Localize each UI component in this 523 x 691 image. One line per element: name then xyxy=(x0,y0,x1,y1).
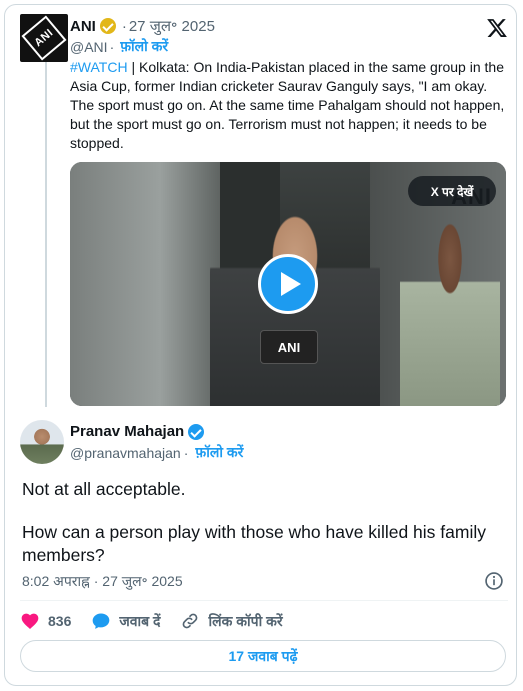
watch-hashtag[interactable]: #WATCH xyxy=(70,59,128,75)
heart-icon xyxy=(21,613,39,629)
quoted-author-row: ANI · 27 जुल॰ 2025 xyxy=(70,16,215,36)
like-button[interactable]: 836 xyxy=(20,611,71,631)
dot-separator: · xyxy=(183,444,189,461)
quoted-handle-row: @ANI · फ़ॉलो करें xyxy=(70,37,168,56)
follow-pranav-link[interactable]: फ़ॉलो करें xyxy=(195,443,243,462)
verified-blue-icon xyxy=(188,423,205,440)
link-icon xyxy=(183,613,198,629)
reply-button[interactable]: जवाब दें xyxy=(91,611,160,631)
copy-link-label: लिंक कॉपी करें xyxy=(208,612,283,629)
quoted-tweet-body: | Kolkata: On India-Pakistan placed in t… xyxy=(70,59,505,151)
actions-divider xyxy=(20,600,508,601)
reply-label: जवाब दें xyxy=(119,612,161,629)
reply-bubble-icon xyxy=(93,613,110,629)
video-person-right xyxy=(400,222,500,406)
watch-on-x-button[interactable]: X पर देखें xyxy=(408,176,496,206)
x-logo-svg xyxy=(487,19,507,37)
main-handle[interactable]: @pranavmahajan xyxy=(70,445,181,461)
pranav-avatar[interactable] xyxy=(20,420,64,464)
info-icon[interactable] xyxy=(484,571,504,591)
follow-ani-link[interactable]: फ़ॉलो करें xyxy=(120,37,168,56)
main-handle-row: @pranavmahajan · फ़ॉलो करें xyxy=(70,443,243,462)
ani-avatar[interactable]: ANI xyxy=(20,14,68,62)
play-icon[interactable] xyxy=(258,254,318,314)
x-logo-icon[interactable] xyxy=(485,16,509,40)
ani-logo: ANI xyxy=(21,15,67,61)
tweet-timestamp[interactable]: 8:02 अपराह्न · 27 जुल॰ 2025 xyxy=(22,572,183,591)
video-player[interactable]: ANI ANI X पर देखें xyxy=(70,162,506,406)
info-icon-svg xyxy=(485,572,503,590)
tweet-actions: 836 जवाब दें लिंक कॉपी करें xyxy=(20,608,303,634)
read-replies-button[interactable]: 17 जवाब पढ़ें xyxy=(20,640,506,672)
copy-link-button[interactable]: लिंक कॉपी करें xyxy=(180,611,283,631)
like-count: 836 xyxy=(48,613,72,629)
main-author-name[interactable]: Pranav Mahajan xyxy=(70,423,184,440)
ani-microphone: ANI xyxy=(260,330,318,364)
quoted-handle[interactable]: @ANI xyxy=(70,39,108,55)
main-tweet-line-2: How can a person play with those who hav… xyxy=(22,522,486,565)
dot-separator: · xyxy=(109,38,115,55)
video-background-wall xyxy=(70,162,220,406)
thread-line xyxy=(45,62,47,407)
quoted-author-name[interactable]: ANI xyxy=(70,18,96,35)
quoted-date[interactable]: 27 जुल॰ 2025 xyxy=(129,16,215,36)
main-tweet-text: Not at all acceptable. How can a person … xyxy=(22,478,502,567)
verified-gold-icon xyxy=(99,18,116,34)
quoted-tweet-text: #WATCH | Kolkata: On India-Pakistan plac… xyxy=(70,58,510,153)
main-tweet-line-1: Not at all acceptable. xyxy=(22,479,186,499)
dot-separator: · xyxy=(121,17,127,35)
main-author-row: Pranav Mahajan xyxy=(70,423,205,440)
